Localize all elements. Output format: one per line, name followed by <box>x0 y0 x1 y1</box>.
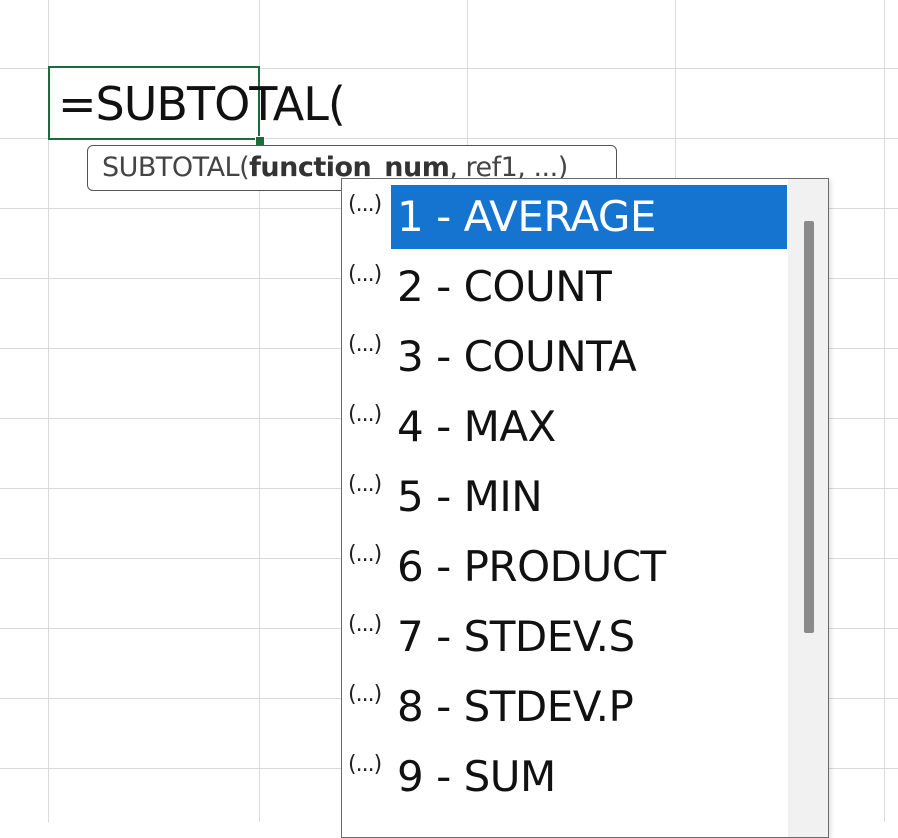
dropdown-item-label: 6 - PRODUCT <box>397 542 666 591</box>
dropdown-item-label: 3 - COUNTA <box>397 332 637 381</box>
function-icon: (...) <box>348 402 382 427</box>
function-icon: (...) <box>348 682 382 707</box>
dropdown-item-label: 5 - MIN <box>397 472 543 521</box>
dropdown-item-stdev-s[interactable]: (...) 7 - STDEV.S <box>342 599 788 669</box>
function-icon: (...) <box>348 542 382 567</box>
dropdown-item-sum[interactable]: (...) 9 - SUM <box>342 739 788 809</box>
dropdown-scrollbar[interactable] <box>788 179 828 837</box>
dropdown-item-stdev-p[interactable]: (...) 8 - STDEV.P <box>342 669 788 739</box>
function-icon: (...) <box>348 752 382 777</box>
dropdown-item-product[interactable]: (...) 6 - PRODUCT <box>342 529 788 599</box>
scrollbar-thumb[interactable] <box>804 221 814 633</box>
dropdown-item-max[interactable]: (...) 4 - MAX <box>342 389 788 459</box>
dropdown-item-counta[interactable]: (...) 3 - COUNTA <box>342 319 788 389</box>
function-icon: (...) <box>348 612 382 637</box>
tooltip-function-name: SUBTOTAL( <box>102 152 250 183</box>
function-icon: (...) <box>348 332 382 357</box>
dropdown-item-min[interactable]: (...) 5 - MIN <box>342 459 788 529</box>
dropdown-item-label: 1 - AVERAGE <box>391 185 787 249</box>
function-icon: (...) <box>348 472 382 497</box>
dropdown-item-label: 7 - STDEV.S <box>397 612 635 661</box>
dropdown-item-count[interactable]: (...) 2 - COUNT <box>342 249 788 319</box>
function-icon: (...) <box>348 262 382 287</box>
dropdown-item-label: 4 - MAX <box>397 402 556 451</box>
dropdown-item-average[interactable]: (...) 1 - AVERAGE <box>342 179 788 249</box>
dropdown-item-label: 9 - SUM <box>397 752 556 801</box>
function-icon: (...) <box>348 192 382 217</box>
dropdown-item-label: 2 - COUNT <box>397 262 612 311</box>
cell-formula[interactable]: =SUBTOTAL( <box>58 76 346 132</box>
dropdown-item-label: 8 - STDEV.P <box>397 682 634 731</box>
autocomplete-dropdown[interactable]: (...) 1 - AVERAGE (...) 2 - COUNT (...) … <box>341 178 829 838</box>
